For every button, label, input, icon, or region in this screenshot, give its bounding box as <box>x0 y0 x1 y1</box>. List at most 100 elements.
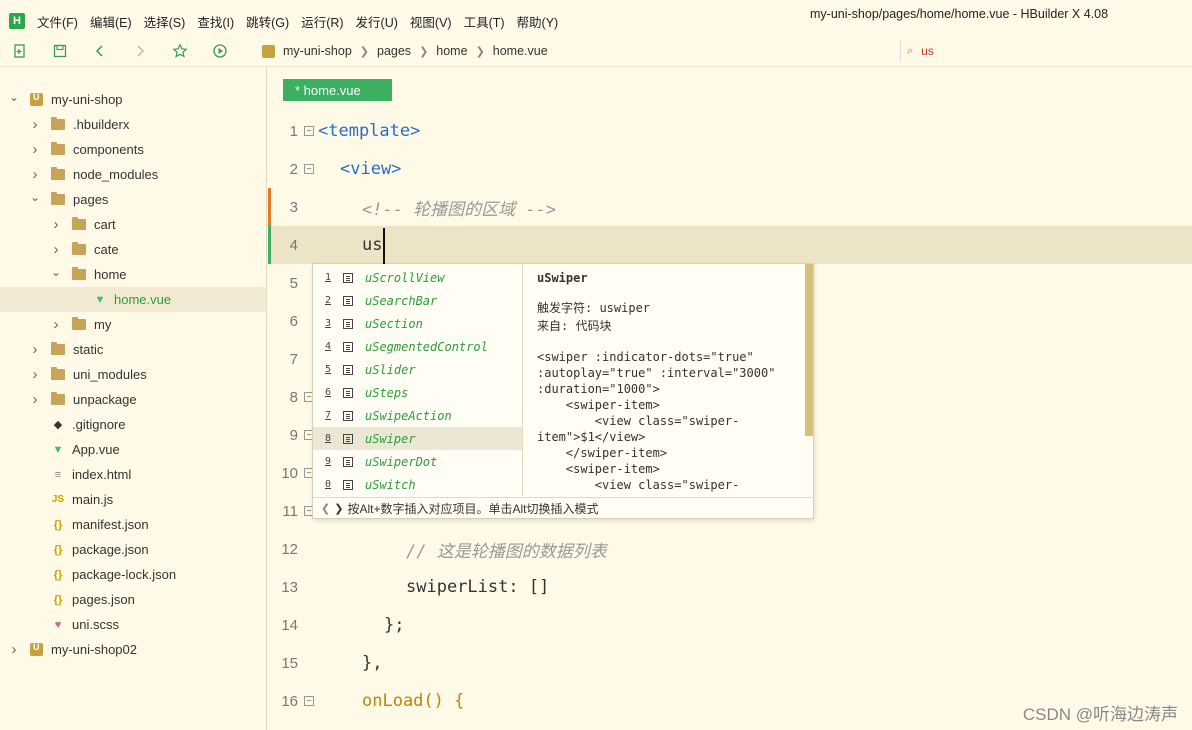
tab-home-vue[interactable]: * home.vue <box>283 79 392 101</box>
menu-edit[interactable]: 编辑(E) <box>84 12 138 31</box>
fold-toggle-icon[interactable]: − <box>304 164 314 174</box>
sidebar-item-home-vue[interactable]: ›▼home.vue <box>0 287 266 312</box>
line-number: 4 <box>289 236 298 254</box>
fold-toggle-icon[interactable]: − <box>304 696 314 706</box>
code-text: }; <box>384 615 405 635</box>
sidebar-item-hbuilderx[interactable]: › .hbuilderx <box>0 112 266 137</box>
sidebar-item-components[interactable]: › components <box>0 137 266 162</box>
sidebar-item-main-js[interactable]: ›JSmain.js <box>0 487 266 512</box>
chevron-right-icon[interactable]: › <box>29 166 41 183</box>
code-line[interactable]: 1− <template> <box>268 112 1192 150</box>
sidebar-item-cart[interactable]: › cart <box>0 212 266 237</box>
menu-tools[interactable]: 工具(T) <box>458 12 511 31</box>
autocomplete-item[interactable]: 4 uSegmentedControl <box>313 335 522 358</box>
menu-goto[interactable]: 跳转(G) <box>240 12 295 31</box>
breadcrumb-item[interactable]: home.vue <box>493 44 548 58</box>
footer-hint: 按Alt+数字插入对应项目。单击Alt切换插入模式 <box>347 502 599 516</box>
sidebar-item-node-modules[interactable]: › node_modules <box>0 162 266 187</box>
folder-icon <box>51 117 65 130</box>
sidebar-item-package-json[interactable]: ›{}package.json <box>0 537 266 562</box>
sidebar-item-home[interactable]: ⌄ home <box>0 262 266 287</box>
sidebar-item-gitignore[interactable]: ›◆.gitignore <box>0 412 266 437</box>
item-shortcut-number: 0 <box>324 479 332 490</box>
sidebar-item-my[interactable]: › my <box>0 312 266 337</box>
item-shortcut-number: 9 <box>324 456 332 467</box>
breadcrumb-item[interactable]: my-uni-shop <box>283 44 352 58</box>
autocomplete-item[interactable]: 6 uSteps <box>313 381 522 404</box>
folder-icon <box>72 267 86 280</box>
chevron-right-icon[interactable]: › <box>29 341 41 358</box>
sidebar-item-manifest-json[interactable]: ›{}manifest.json <box>0 512 266 537</box>
chevron-down-icon[interactable]: ⌄ <box>8 90 20 104</box>
item-label: uSwiper <box>365 431 416 446</box>
sidebar-item-static[interactable]: › static <box>0 337 266 362</box>
autocomplete-item[interactable]: 9 uSwiperDot <box>313 450 522 473</box>
chevron-left-icon[interactable]: ❮ <box>321 502 330 515</box>
menu-view[interactable]: 视图(V) <box>404 12 458 31</box>
forward-icon[interactable] <box>120 43 160 59</box>
sidebar-item-pages[interactable]: ⌄ pages <box>0 187 266 212</box>
back-icon[interactable] <box>80 43 120 59</box>
autocomplete-item[interactable]: 7 uSwipeAction <box>313 404 522 427</box>
breadcrumb-item[interactable]: home <box>436 44 467 58</box>
save-icon[interactable] <box>40 43 80 59</box>
snippet-icon <box>343 272 353 283</box>
code-line[interactable]: 12 // 这是轮播图的数据列表 <box>268 530 1192 568</box>
folder-icon <box>51 142 65 155</box>
chevron-right-icon[interactable]: ❯ <box>334 502 343 515</box>
sidebar-item-cate[interactable]: › cate <box>0 237 266 262</box>
code-line[interactable]: 14}; <box>268 606 1192 644</box>
autocomplete-item[interactable]: 1 uScrollView <box>313 266 522 289</box>
menu-find[interactable]: 查找(I) <box>191 12 240 31</box>
menu-publish[interactable]: 发行(U) <box>350 12 404 31</box>
breadcrumb-item[interactable]: pages <box>377 44 411 58</box>
sidebar-item-unpackage[interactable]: › unpackage <box>0 387 266 412</box>
code-text: <view> <box>340 159 402 179</box>
code-line[interactable]: 3 <!-- 轮播图的区域 --> <box>268 188 1192 226</box>
code-line[interactable]: 4 us <box>268 226 1192 264</box>
autocomplete-item[interactable]: 2 uSearchBar <box>313 289 522 312</box>
chevron-right-icon[interactable]: › <box>50 316 62 333</box>
sidebar-item-my-uni-shop02[interactable]: › my-uni-shop02 <box>0 637 266 662</box>
menu-run[interactable]: 运行(R) <box>295 12 349 31</box>
code-line[interactable]: 13 swiperList: [] <box>268 568 1192 606</box>
chevron-right-icon: ❯ <box>475 45 485 58</box>
chevron-right-icon[interactable]: › <box>29 366 41 383</box>
chevron-right-icon[interactable]: › <box>8 641 20 658</box>
new-file-icon[interactable] <box>0 43 40 59</box>
chevron-right-icon[interactable]: › <box>29 391 41 408</box>
run-icon[interactable] <box>200 43 240 59</box>
chevron-down-icon[interactable]: ⌄ <box>50 265 62 279</box>
sidebar-item-uni-scss[interactable]: ›♥uni.scss <box>0 612 266 637</box>
sidebar-item-package-lock-json[interactable]: ›{}package-lock.json <box>0 562 266 587</box>
vue-file-icon: ▼ <box>94 293 106 306</box>
sidebar-item-my-uni-shop[interactable]: ⌄ my-uni-shop <box>0 87 266 112</box>
sidebar-item-pages-json[interactable]: ›{}pages.json <box>0 587 266 612</box>
autocomplete-item[interactable]: 8 uSwiper <box>313 427 522 450</box>
snippet-icon <box>343 341 353 352</box>
autocomplete-item[interactable]: 0 uSwitch <box>313 473 522 496</box>
sidebar-item-uni-modules[interactable]: › uni_modules <box>0 362 266 387</box>
chevron-right-icon[interactable]: › <box>50 216 62 233</box>
menu-select[interactable]: 选择(S) <box>138 12 192 31</box>
item-shortcut-number: 7 <box>324 410 332 421</box>
autocomplete-item[interactable]: 3 uSection <box>313 312 522 335</box>
item-label: uSearchBar <box>365 293 438 308</box>
chevron-down-icon[interactable]: ⌄ <box>29 190 41 204</box>
sidebar-item-app-vue[interactable]: ›▼App.vue <box>0 437 266 462</box>
chevron-right-icon[interactable]: › <box>29 141 41 158</box>
menu-help[interactable]: 帮助(Y) <box>511 12 565 31</box>
code-line[interactable]: 2− <view> <box>268 150 1192 188</box>
detail-scrollbar[interactable] <box>805 264 813 436</box>
fold-toggle-icon[interactable]: − <box>304 126 314 136</box>
menu-file[interactable]: 文件(F) <box>31 12 84 31</box>
search-input[interactable]: ⌕ us <box>900 40 1192 62</box>
star-icon[interactable] <box>160 43 200 59</box>
snippet-icon <box>343 318 353 329</box>
detail-source: 来自: 代码块 <box>537 319 612 333</box>
autocomplete-item[interactable]: 5 uSlider <box>313 358 522 381</box>
chevron-right-icon[interactable]: › <box>29 116 41 133</box>
sidebar-item-index-html[interactable]: ›≡index.html <box>0 462 266 487</box>
code-line[interactable]: 15}, <box>268 644 1192 682</box>
chevron-right-icon[interactable]: › <box>50 241 62 258</box>
